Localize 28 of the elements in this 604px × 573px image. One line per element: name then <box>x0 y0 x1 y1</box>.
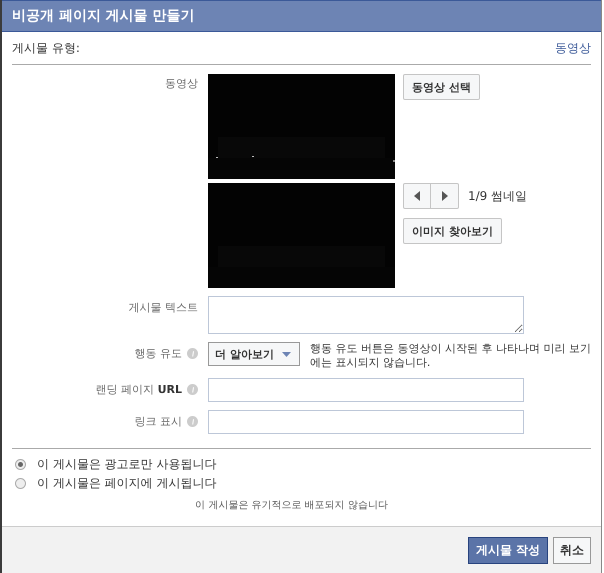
radio-button[interactable] <box>15 478 26 489</box>
field-label: 링크 표시 <box>134 414 182 428</box>
field-label: 행동 유도 <box>134 346 182 360</box>
thumbnail-counter: 1/9 썸네일 <box>468 188 528 204</box>
previous-button[interactable] <box>403 183 431 209</box>
note-text: 이 게시물은 유기적으로 배포되지 않습니다 <box>194 499 389 512</box>
create-post-button[interactable]: 게시물 작성 <box>468 536 548 564</box>
next-button[interactable] <box>431 183 459 209</box>
cancel-button[interactable]: 취소 <box>553 536 591 564</box>
field-label: 게시물 유형: <box>12 40 80 56</box>
help-text: 행동 유도 버튼은 동영상이 시작된 후 나타나며 미리 보기에는 표시되지 않습니다. <box>310 342 592 370</box>
right-triangle-icon <box>442 191 448 201</box>
browse-image-button[interactable]: 이미지 찾아보기 <box>403 218 502 244</box>
radio-label: 이 게시물은 페이지에 게시됩니다 <box>37 475 216 492</box>
caret-icon <box>282 352 291 356</box>
field-label: 게시물 텍스트 <box>128 300 198 314</box>
field-label: 동영상 <box>164 76 198 92</box>
left-triangle-icon <box>414 191 420 201</box>
link[interactable]: 동영상 <box>555 40 591 56</box>
radio-label: 이 게시물은 광고로만 사용됩니다 <box>37 456 216 473</box>
field-label: 랜딩 페이지 URL <box>96 382 182 396</box>
radio-button[interactable] <box>15 459 26 470</box>
input-field[interactable] <box>208 378 524 402</box>
select-video-button[interactable]: 동영상 선택 <box>403 74 480 100</box>
text-area[interactable] <box>208 296 524 334</box>
dropdown[interactable]: 더 알아보기 <box>208 342 300 366</box>
input-field[interactable] <box>208 410 524 434</box>
window-title: 비공개 페이지 게시물 만들기 <box>2 0 601 32</box>
